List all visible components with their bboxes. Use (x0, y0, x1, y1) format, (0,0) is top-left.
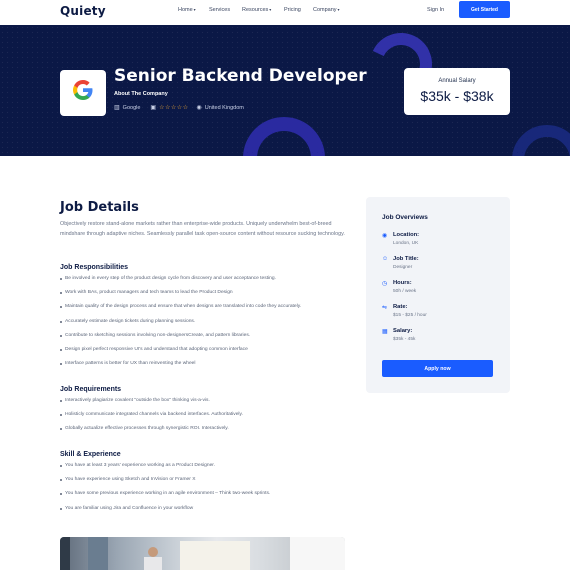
list-item: Interactively plagiarize covalent "outsi… (60, 398, 243, 412)
nav-item-resources[interactable]: Resources▾ (242, 7, 271, 13)
clock-icon: ◷ (382, 281, 388, 287)
location-pin-icon: ◉ (382, 233, 388, 239)
chevron-down-icon: ▾ (193, 7, 196, 12)
google-logo-icon (72, 79, 94, 107)
building-icon: ▥ (114, 105, 120, 111)
overview-value: $15 - $25 / hour (393, 313, 427, 318)
overview-label: Location: (393, 232, 420, 238)
overview-label: Rate: (393, 304, 408, 310)
list-item: Contribute to sketching sessions involvi… (60, 333, 301, 347)
job-title: Senior Backend Developer (114, 66, 367, 86)
location-pin-icon: ◉ (196, 105, 202, 111)
sign-in-link[interactable]: Sign In (427, 7, 444, 13)
overview-label: Salary: (393, 328, 413, 334)
list-item: Be involved in every step of the product… (60, 276, 301, 290)
list-item: Holisticly communicate integrated channe… (60, 412, 243, 426)
nav-item-pricing[interactable]: Pricing (284, 7, 301, 13)
page: Quiety Home▾ Services Resources▾ Pricing… (0, 0, 570, 570)
company-logo (60, 70, 106, 116)
job-intro: Objectively restore stand-alone markets … (60, 221, 345, 237)
list-item: You have experience using Sketch and InV… (60, 477, 270, 491)
list-item: Design pixel perfect responsive UI's and… (60, 347, 301, 361)
annual-salary-card: Annual Salary $35k - $38k (404, 68, 510, 115)
top-navbar: Quiety Home▾ Services Resources▾ Pricing… (0, 0, 570, 25)
nav-item-home[interactable]: Home▾ (178, 7, 196, 13)
nav-item-company[interactable]: Company▾ (313, 7, 340, 13)
overview-value: 50h / week (393, 289, 417, 294)
list-item: You have some previous experience workin… (60, 491, 270, 505)
overview-value: Designer (393, 265, 413, 270)
responsibilities-heading: Job Responsibilities (60, 264, 129, 271)
briefcase-icon: ▣ (150, 105, 157, 111)
list-item: Maintain quality of the design process a… (60, 304, 301, 318)
company-name: Google (122, 104, 141, 111)
list-item: You have at least 3 years' experience wo… (60, 463, 270, 477)
list-item: Accurately estimate design tickets durin… (60, 319, 301, 333)
list-item: Interface patterns is better for UX than… (60, 361, 301, 375)
office-photo (60, 537, 345, 570)
nav-item-services[interactable]: Services (209, 7, 230, 13)
requirements-heading: Job Requirements (60, 386, 122, 393)
job-meta: ▥ Google ▣ ☆☆☆☆☆ ◉ United Kingdom (114, 104, 244, 112)
responsibilities-list: Be involved in every step of the product… (60, 276, 301, 375)
requirements-list: Interactively plagiarize covalent "outsi… (60, 398, 243, 441)
job-details-heading: Job Details (60, 200, 139, 215)
skills-heading: Skill & Experience (60, 451, 121, 458)
overview-label: Job Title: (393, 256, 419, 262)
overview-value: London, UK (393, 241, 419, 246)
overview-value: $35k - 45k (393, 337, 416, 342)
job-location: United Kingdom (204, 104, 244, 111)
salary-label: Annual Salary (438, 78, 476, 84)
get-started-button[interactable]: Get Started (459, 1, 510, 18)
list-item: Globally actualize effective processes t… (60, 426, 243, 440)
list-item: You are familiar using Jira and Confluen… (60, 506, 270, 520)
apply-now-button[interactable]: Apply now (382, 360, 493, 377)
rate-tag-icon: ⇋ (382, 305, 388, 311)
overview-label: Hours: (393, 280, 412, 286)
rating-stars: ☆☆☆☆☆ (159, 105, 189, 111)
chevron-down-icon: ▾ (337, 7, 340, 12)
user-icon: ☺ (382, 256, 389, 262)
about-company-link[interactable]: About The Company (114, 91, 168, 97)
job-overview-heading: Job Overviews (382, 214, 428, 221)
salary-value: $35k - $38k (420, 88, 494, 104)
chevron-down-icon: ▾ (269, 7, 272, 12)
site-logo[interactable]: Quiety (60, 4, 106, 18)
calendar-icon: ▦ (382, 329, 388, 335)
list-item: Work with BAs, product managers and tech… (60, 290, 301, 304)
skills-list: You have at least 3 years' experience wo… (60, 463, 270, 520)
